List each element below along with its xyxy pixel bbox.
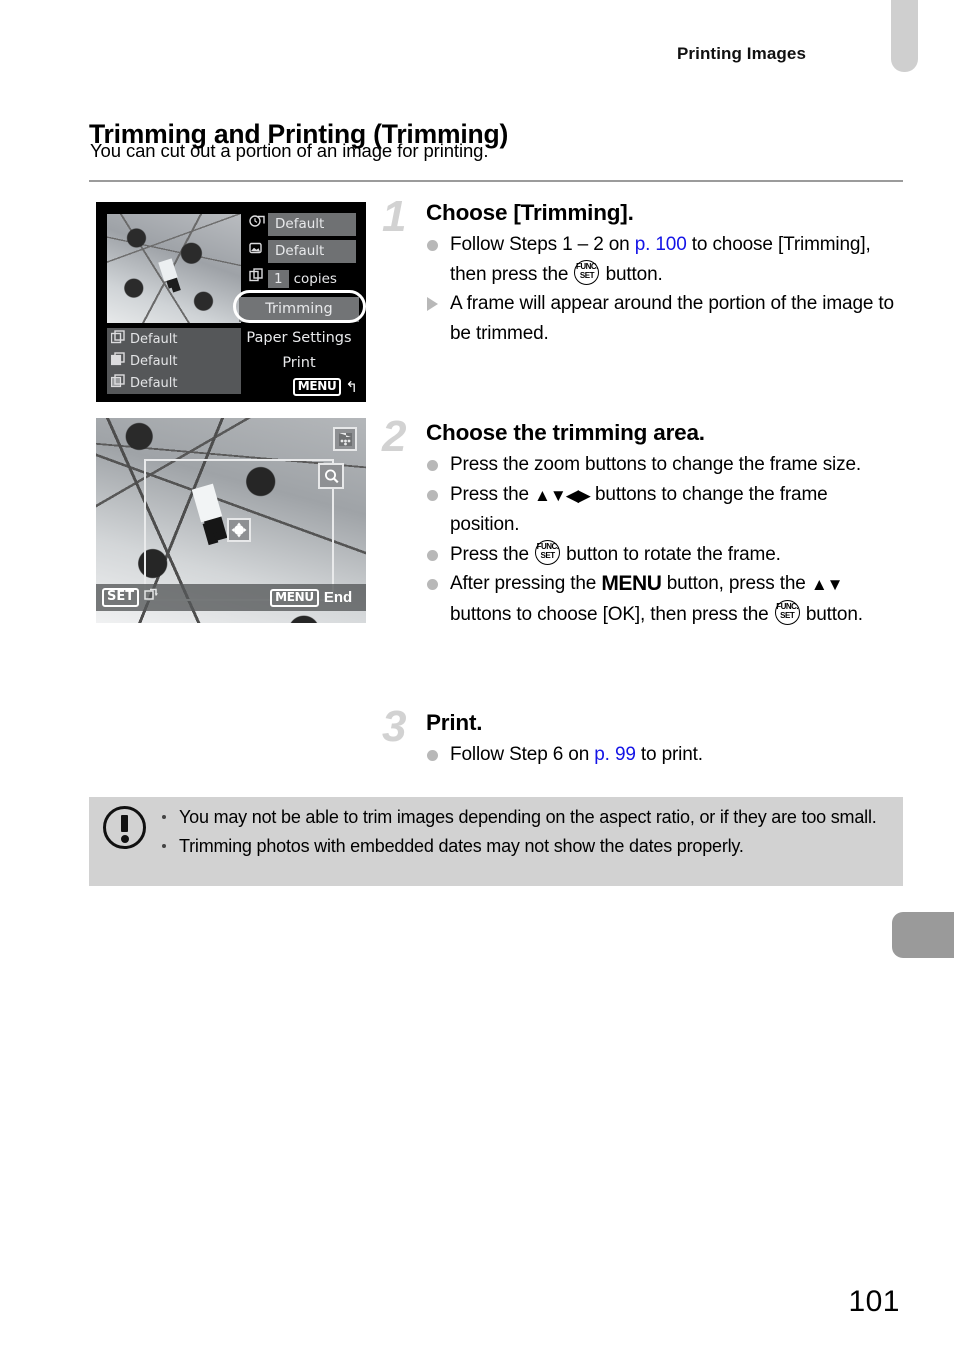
move-frame-icon bbox=[227, 518, 251, 542]
print-settings-right-list: Default Default 1 copies bbox=[246, 212, 356, 293]
bullet-text: After pressing the MENU button, press th… bbox=[450, 572, 863, 625]
direction-buttons-icon: ▲▼◀▶ bbox=[534, 485, 591, 505]
step-2: 2 Choose the trimming area. Press the zo… bbox=[382, 415, 902, 629]
step-title: Choose the trimming area. bbox=[426, 420, 705, 445]
list-item: Press the zoom buttons to change the fra… bbox=[426, 450, 902, 480]
bullet-text: Press the zoom buttons to change the fra… bbox=[450, 454, 862, 476]
bullet-dot-icon bbox=[427, 579, 438, 591]
step-bullets: Follow Step 6 on p. 99 to print. bbox=[426, 740, 902, 770]
list-item-label: Default bbox=[130, 353, 178, 369]
file-number-icon bbox=[110, 352, 125, 370]
preview-thumbnail bbox=[107, 214, 241, 323]
bullet-dot-icon bbox=[427, 240, 438, 252]
bullet-dot-icon bbox=[427, 460, 438, 472]
func-set-icon: FUNC. SET bbox=[774, 599, 800, 625]
menu-back-hint: MENU ↰ bbox=[292, 378, 358, 396]
setting-row-image[interactable]: Default bbox=[246, 239, 356, 264]
list-item: Trimming photos with embedded dates may … bbox=[159, 832, 893, 861]
bullet-text: A frame will appear around the portion o… bbox=[450, 293, 894, 344]
bullet-dot-icon bbox=[427, 489, 438, 501]
up-down-buttons-icon: ▲▼ bbox=[810, 575, 844, 595]
bullet-text: Follow Step 6 on p. 99 to print. bbox=[450, 744, 703, 766]
bullet-text: Press the ▲▼◀▶ buttons to change the fra… bbox=[450, 483, 828, 536]
caution-text: You may not be able to trim images depen… bbox=[179, 807, 877, 827]
running-head: Printing Images bbox=[676, 44, 806, 63]
step-number: 2 bbox=[382, 412, 407, 461]
bullet-text: Press the FUNC. SET button to rotate the … bbox=[450, 539, 781, 565]
step-3: 3 Print. Follow Step 6 on p. 99 to print… bbox=[382, 705, 902, 770]
list-item: A frame will appear around the portion o… bbox=[426, 289, 902, 348]
setting-row-copies[interactable]: 1 copies bbox=[246, 266, 356, 291]
exclamation-icon bbox=[103, 806, 146, 849]
bullet-text: Follow Steps 1 – 2 on p. 100 to choose [… bbox=[450, 234, 871, 285]
step-number: 1 bbox=[382, 192, 407, 241]
set-hint: SET bbox=[102, 587, 160, 608]
set-badge: SET bbox=[102, 588, 140, 607]
copies-value: 1 copies bbox=[268, 269, 337, 288]
list-item: Follow Steps 1 – 2 on p. 100 to choose [… bbox=[426, 230, 902, 289]
copies-icon bbox=[246, 268, 268, 289]
list-item: After pressing the MENU button, press th… bbox=[426, 569, 902, 629]
step-1: 1 Choose [Trimming]. Follow Steps 1 – 2 … bbox=[382, 195, 902, 348]
page-subtitle: You can cut out a portion of an image fo… bbox=[90, 140, 489, 161]
caution-box: You may not be able to trim images depen… bbox=[89, 797, 903, 886]
bullet-dot-icon bbox=[162, 815, 166, 819]
magnifier-icon bbox=[318, 463, 344, 489]
menu-button-icon: MENU bbox=[601, 572, 662, 596]
date-imprint-icon bbox=[110, 374, 125, 392]
copies-unit: copies bbox=[293, 270, 337, 287]
chapter-tab-mark-side bbox=[892, 912, 954, 958]
list-item: Press the ▲▼◀▶ buttons to change the fra… bbox=[426, 480, 902, 540]
menu-item-paper-settings[interactable]: Paper Settings bbox=[239, 328, 359, 348]
camera-screenshot-print-settings: Default Default Default Default Default … bbox=[96, 202, 366, 402]
step-title: Choose [Trimming]. bbox=[426, 200, 634, 225]
list-item: You may not be able to trim images depen… bbox=[159, 803, 893, 832]
caution-list: You may not be able to trim images depen… bbox=[159, 803, 893, 861]
step-number: 3 bbox=[382, 702, 407, 751]
list-item-label: Default bbox=[130, 375, 178, 391]
date-icon bbox=[246, 214, 268, 235]
func-set-icon: FUNC. SET bbox=[535, 539, 561, 565]
list-item: Default bbox=[107, 328, 241, 350]
func-set-icon: FUNC. SET bbox=[574, 259, 600, 285]
step-title: Print. bbox=[426, 710, 483, 735]
trimming-bottom-bar: SET MENU End bbox=[96, 584, 366, 611]
list-item: Follow Step 6 on p. 99 to print. bbox=[426, 740, 902, 770]
page-link[interactable]: p. 100 bbox=[635, 234, 687, 255]
page-number: 101 bbox=[848, 1285, 900, 1318]
bullet-dot-icon bbox=[427, 549, 438, 561]
setting-value: Default bbox=[268, 240, 356, 263]
highlight-callout-trimming bbox=[233, 290, 366, 323]
menu-badge: MENU bbox=[292, 378, 342, 396]
list-item: Default bbox=[107, 372, 241, 394]
title-divider bbox=[89, 180, 903, 182]
grid-icon bbox=[333, 427, 357, 451]
chapter-tab-mark-top bbox=[891, 0, 918, 72]
step-bullets: Press the zoom buttons to change the fra… bbox=[426, 450, 902, 629]
list-item: Press the FUNC. SET button to rotate the … bbox=[426, 539, 902, 570]
caution-text: Trimming photos with embedded dates may … bbox=[179, 836, 744, 856]
setting-value: Default bbox=[268, 213, 356, 236]
image-icon bbox=[246, 241, 268, 262]
menu-badge: MENU bbox=[270, 588, 319, 607]
camera-screenshot-trimming-frame: SET MENU End bbox=[96, 418, 366, 623]
list-item-label: Default bbox=[130, 331, 178, 347]
bullet-dot-icon bbox=[427, 750, 438, 762]
print-effect-icon bbox=[110, 330, 125, 348]
menu-item-print[interactable]: Print bbox=[239, 353, 359, 373]
print-settings-left-list: Default Default Default bbox=[107, 328, 241, 394]
step-bullets: Follow Steps 1 – 2 on p. 100 to choose [… bbox=[426, 230, 902, 348]
copies-count: 1 bbox=[268, 269, 289, 288]
page-link[interactable]: p. 99 bbox=[594, 744, 636, 765]
setting-row-date[interactable]: Default bbox=[246, 212, 356, 237]
menu-end-label: End bbox=[323, 589, 353, 606]
menu-end-hint: MENU End bbox=[270, 588, 353, 607]
bullet-dot-icon bbox=[162, 844, 166, 848]
list-item: Default bbox=[107, 350, 241, 372]
rotate-frame-icon bbox=[144, 587, 160, 608]
bullet-triangle-icon bbox=[427, 297, 438, 312]
back-arrow-icon: ↰ bbox=[345, 379, 358, 396]
